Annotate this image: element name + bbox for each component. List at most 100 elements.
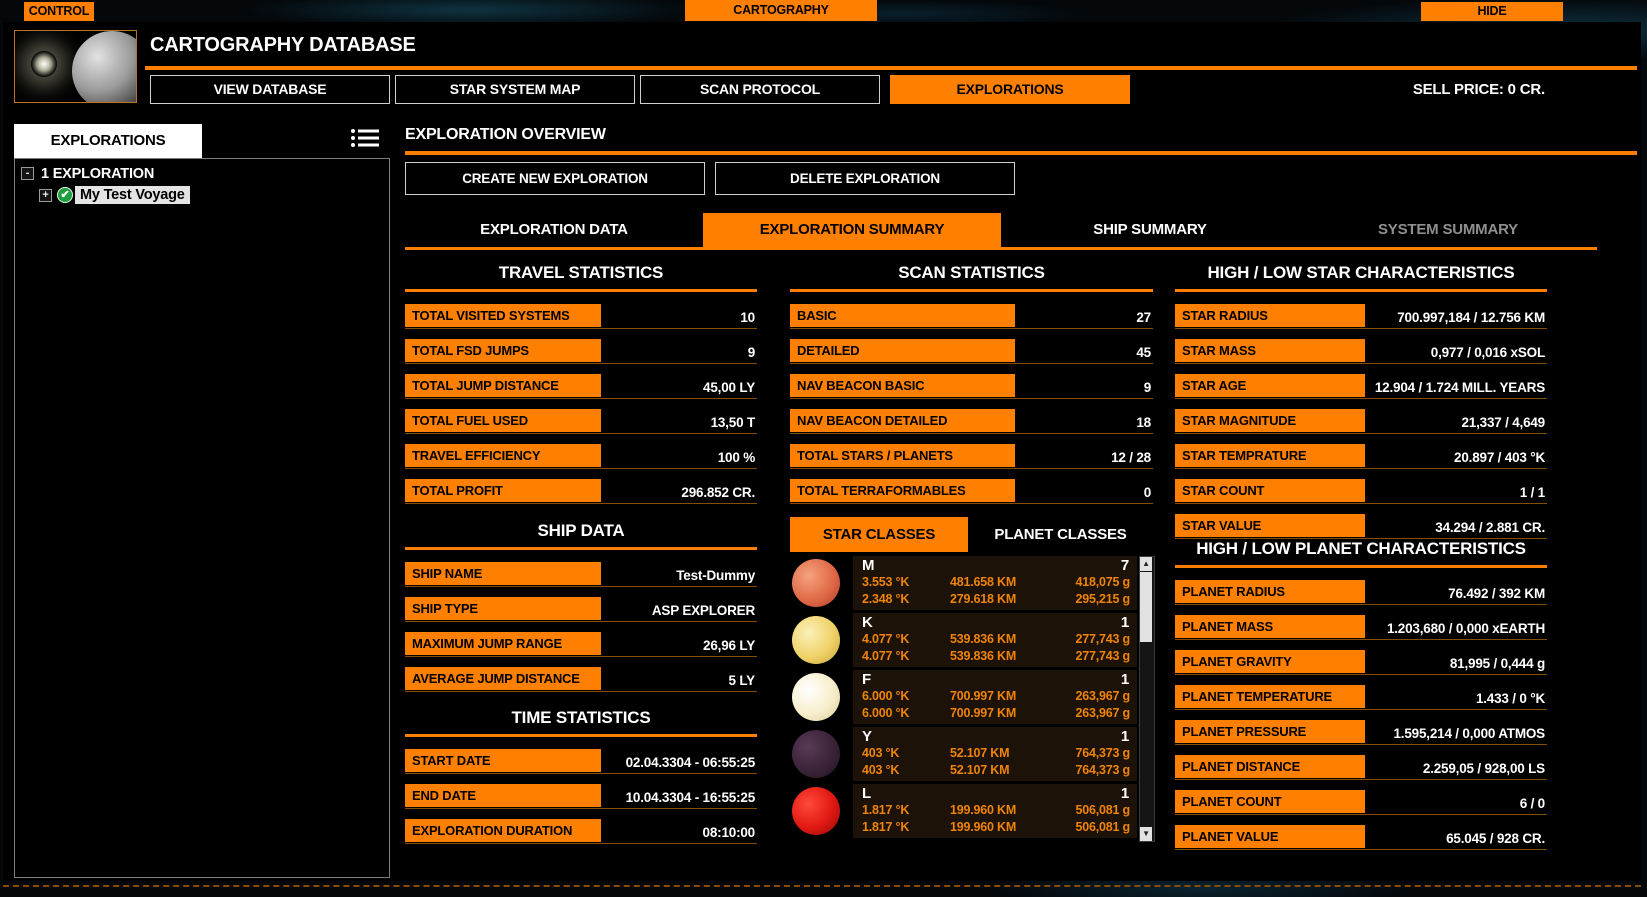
tab-exploration-summary[interactable]: EXPLORATION SUMMARY [703, 213, 1001, 247]
delete-exploration-button[interactable]: DELETE EXPLORATION [715, 162, 1015, 195]
stat-label: TOTAL FSD JUMPS [405, 339, 601, 362]
scan-statistics-title: SCAN STATISTICS [790, 263, 1153, 292]
nav-star-system-map[interactable]: STAR SYSTEM MAP [395, 75, 635, 104]
stat-value: ASP EXPLORER [651, 603, 755, 618]
low-radius: 700.997 KM [950, 706, 1017, 720]
list-icon[interactable] [350, 127, 380, 151]
star-class-count: 1 [1120, 728, 1129, 745]
stat-row: PLANET RADIUS 76.492 / 392 KM [1175, 580, 1547, 605]
stat-label: PLANET GRAVITY [1175, 650, 1365, 673]
scrollbar[interactable]: ▲ ▼ [1139, 556, 1155, 842]
stat-row: PLANET COUNT 6 / 0 [1175, 790, 1547, 815]
stat-label: PLANET PRESSURE [1175, 720, 1365, 743]
tab-planet-classes[interactable]: PLANET CLASSES [968, 517, 1153, 552]
low-temperature: 403 °K [862, 763, 900, 777]
stat-value: 9 [1143, 380, 1152, 395]
hide-button[interactable]: HIDE [1421, 2, 1563, 21]
nav-scan-protocol[interactable]: SCAN PROTOCOL [640, 75, 880, 104]
low-temperature: 2.348 °K [862, 592, 910, 606]
ship-data-section: SHIP DATA SHIP NAME Test-Dummy SHIP TYPE A… [405, 521, 757, 702]
scroll-up-button[interactable]: ▲ [1140, 557, 1152, 571]
stat-value: 0,977 / 0,016 xSOL [1430, 345, 1545, 360]
planet-graphic [72, 31, 136, 102]
sidebar-tab-explorations[interactable]: EXPLORATIONS [14, 124, 202, 158]
tree-expand-toggle[interactable]: + [39, 189, 52, 202]
stat-row: STAR TEMPRATURE 20.897 / 403 °K [1175, 444, 1547, 469]
stat-value: 10 [740, 310, 755, 325]
tab-system-summary[interactable]: SYSTEM SUMMARY [1299, 213, 1597, 247]
stat-label: PLANET COUNT [1175, 790, 1365, 813]
star-class-row-m[interactable]: M 7 3.553 °K 481.658 KM 418,075 g 2.348 … [790, 556, 1137, 610]
stat-label: STAR MASS [1175, 339, 1365, 362]
high-radius: 199.960 KM [950, 803, 1017, 817]
stat-row: STAR COUNT 1 / 1 [1175, 479, 1547, 504]
stat-label: TOTAL STARS / PLANETS [790, 444, 1015, 467]
low-gravity: 277,743 g [1075, 649, 1131, 663]
stat-value: 13,50 T [710, 415, 756, 430]
planet-characteristics-section: HIGH / LOW PLANET CHARACTERISTICS PLANET… [1175, 539, 1547, 860]
high-temperature: 1.817 °K [862, 803, 910, 817]
control-button[interactable]: CONTROL [24, 2, 94, 21]
stat-row: PLANET MASS 1.203,680 / 0,000 xEARTH [1175, 615, 1547, 640]
section-title-overview: EXPLORATION OVERVIEW [405, 126, 606, 143]
stat-value: 65.045 / 928 CR. [1446, 831, 1545, 846]
star-class-count: 1 [1120, 671, 1129, 688]
scroll-thumb[interactable] [1140, 572, 1152, 642]
low-radius: 539.836 KM [950, 649, 1017, 663]
stat-value: 5 LY [728, 673, 756, 688]
tab-divider [405, 247, 1597, 250]
nav-view-database[interactable]: VIEW DATABASE [150, 75, 390, 104]
stat-row: STAR AGE 12.904 / 1.724 MILL. YEARS [1175, 374, 1547, 399]
cartography-tab[interactable]: CARTOGRAPHY [685, 0, 877, 21]
stat-label: TOTAL VISITED SYSTEMS [405, 304, 601, 327]
tab-ship-summary[interactable]: SHIP SUMMARY [1001, 213, 1299, 247]
stat-label: DETAILED [790, 339, 1015, 362]
high-temperature: 403 °K [862, 746, 900, 760]
stat-row: TOTAL JUMP DISTANCE 45,00 LY [405, 374, 757, 399]
tree-collapse-toggle[interactable]: - [21, 167, 34, 180]
stat-label: STAR VALUE [1175, 514, 1365, 537]
star-glow-graphic [31, 51, 57, 77]
tree-root-item[interactable]: 1 EXPLORATION [41, 166, 154, 182]
title-divider [145, 66, 1637, 70]
nav-explorations[interactable]: EXPLORATIONS [890, 75, 1130, 104]
star-class-list: M 7 3.553 °K 481.658 KM 418,075 g 2.348 … [790, 556, 1155, 842]
star-characteristics-section: HIGH / LOW STAR CHARACTERISTICS STAR RAD… [1175, 263, 1547, 549]
stat-label: PLANET MASS [1175, 615, 1365, 638]
tab-star-classes[interactable]: STAR CLASSES [790, 517, 968, 552]
stat-value: 2.259,05 / 928,00 LS [1422, 761, 1545, 776]
star-class-row-l[interactable]: L 1 1.817 °K 199.960 KM 506,081 g 1.817 … [790, 784, 1137, 838]
stat-label: STAR COUNT [1175, 479, 1365, 502]
star-class-row-y[interactable]: Y 1 403 °K 52.107 KM 764,373 g 403 °K 52… [790, 727, 1137, 781]
stat-value: 12 / 28 [1111, 450, 1151, 465]
tree-item-selected[interactable]: My Test Voyage [75, 186, 190, 204]
high-radius: 700.997 KM [950, 689, 1017, 703]
time-statistics-section: TIME STATISTICS START DATE 02.04.3304 - 0… [405, 708, 757, 854]
stat-label: MAXIMUM JUMP RANGE [405, 632, 601, 655]
high-gravity: 764,373 g [1075, 746, 1131, 760]
star-class-row-f[interactable]: F 1 6.000 °K 700.997 KM 263,967 g 6.000 … [790, 670, 1137, 724]
stat-row: END DATE 10.04.3304 - 16:55:25 [405, 784, 757, 809]
stat-row: SHIP TYPE ASP EXPLORER [405, 597, 757, 622]
low-temperature: 6.000 °K [862, 706, 910, 720]
stat-label: TOTAL JUMP DISTANCE [405, 374, 601, 397]
stat-row: AVERAGE JUMP DISTANCE 5 LY [405, 667, 757, 692]
stat-label: BASIC [790, 304, 1015, 327]
scroll-down-button[interactable]: ▼ [1140, 827, 1152, 841]
stat-value: 34.294 / 2.881 CR. [1435, 520, 1545, 535]
create-exploration-button[interactable]: CREATE NEW EXPLORATION [405, 162, 705, 195]
planet-image [14, 30, 137, 103]
tab-exploration-data[interactable]: EXPLORATION DATA [405, 213, 703, 247]
stat-row: TOTAL PROFIT 296.852 CR. [405, 479, 757, 504]
stat-label: TRAVEL EFFICIENCY [405, 444, 601, 467]
stat-row: STAR MASS 0,977 / 0,016 xSOL [1175, 339, 1547, 364]
star-class-f-icon [792, 673, 840, 721]
high-radius: 539.836 KM [950, 632, 1017, 646]
star-class-row-k[interactable]: K 1 4.077 °K 539.836 KM 277,743 g 4.077 … [790, 613, 1137, 667]
star-characteristics-title: HIGH / LOW STAR CHARACTERISTICS [1175, 263, 1547, 292]
stat-value: 08:10:00 [702, 825, 756, 840]
stat-value: 0 [1143, 485, 1152, 500]
star-class-letter: M [862, 557, 875, 574]
stat-row: START DATE 02.04.3304 - 06:55:25 [405, 749, 757, 774]
low-temperature: 4.077 °K [862, 649, 910, 663]
